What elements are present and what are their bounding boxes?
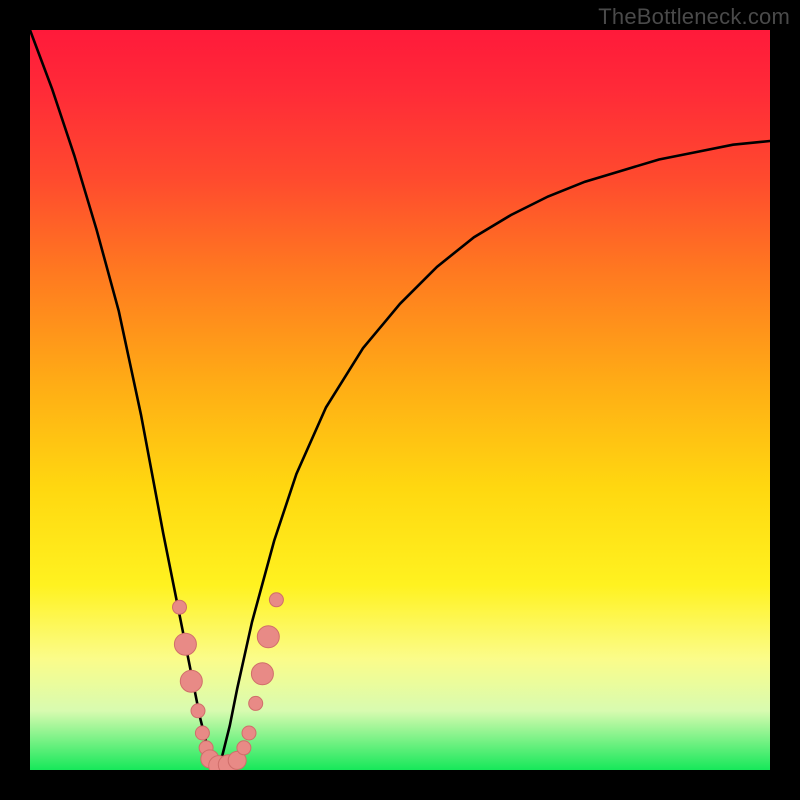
data-point	[173, 600, 187, 614]
data-point	[174, 633, 196, 655]
watermark-text: TheBottleneck.com	[598, 4, 790, 30]
data-point	[242, 726, 256, 740]
data-point-markers	[173, 593, 284, 770]
data-point	[191, 704, 205, 718]
chart-frame: TheBottleneck.com	[0, 0, 800, 800]
data-point	[251, 663, 273, 685]
data-point	[257, 626, 279, 648]
data-point	[180, 670, 202, 692]
data-point	[249, 696, 263, 710]
data-point	[237, 741, 251, 755]
data-point	[269, 593, 283, 607]
bottleneck-curve	[30, 30, 770, 766]
chart-svg	[30, 30, 770, 770]
data-point	[195, 726, 209, 740]
plot-area	[30, 30, 770, 770]
